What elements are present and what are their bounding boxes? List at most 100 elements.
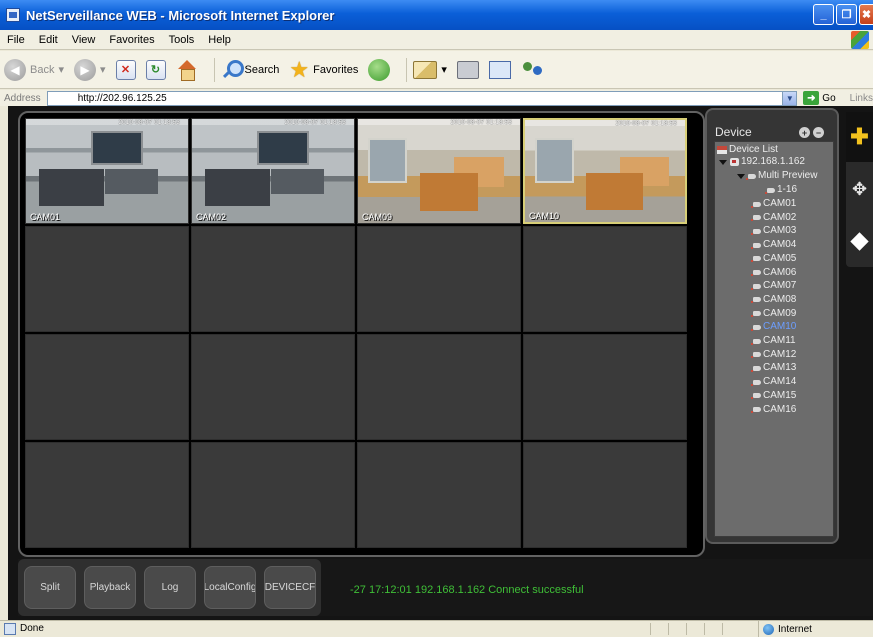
toolbar-separator	[406, 57, 408, 82]
menu-help[interactable]: Help	[201, 34, 238, 46]
tree-camera-item[interactable]: CAM12	[751, 349, 796, 361]
status-panel	[686, 623, 702, 635]
expand-triangle-icon[interactable]	[737, 173, 745, 179]
messenger-button[interactable]	[521, 60, 545, 80]
page-done-icon	[4, 622, 16, 635]
search-icon	[221, 59, 244, 80]
go-button[interactable]: ➜ Go	[803, 91, 836, 105]
tree-camera-item[interactable]: CAM05	[751, 253, 796, 265]
video-cell[interactable]	[523, 442, 687, 548]
video-cell[interactable]: 2010-08-07 01:18:53 CAM01	[25, 118, 189, 224]
tree-camera-item[interactable]: CAM04	[751, 239, 797, 251]
video-cell[interactable]: 2010-08-07 01:18:53 CAM09	[357, 118, 521, 224]
mail-dropdown-icon[interactable]: ▾	[441, 63, 447, 76]
back-dropdown-icon[interactable]: ▾	[58, 63, 64, 76]
tree-camera-item[interactable]: CAM14	[751, 376, 796, 388]
color-tab[interactable]	[846, 216, 873, 266]
tree-camera-label: CAM03	[763, 225, 797, 237]
expand-triangle-icon[interactable]	[719, 159, 727, 165]
home-button[interactable]	[176, 59, 198, 81]
video-cell[interactable]	[357, 226, 521, 332]
window-controls: _ ❐ ✖	[813, 4, 873, 25]
camera-icon	[751, 215, 761, 222]
refresh-button[interactable]: ↻	[145, 59, 166, 80]
print-button[interactable]	[456, 60, 479, 79]
tree-camera-label: CAM04	[763, 239, 797, 251]
media-button[interactable]	[368, 58, 391, 81]
favorites-label: Favorites	[313, 63, 359, 76]
tree-camera-item[interactable]: CAM08	[751, 294, 796, 306]
maximize-button[interactable]: ❐	[836, 4, 857, 25]
address-input[interactable]: http://202.96.125.25 ▼	[46, 90, 798, 106]
video-cell[interactable]	[191, 442, 355, 548]
close-button[interactable]: ✖	[859, 4, 873, 25]
video-cell[interactable]	[357, 334, 521, 440]
address-label: Address	[4, 92, 41, 104]
tree-camera-item[interactable]: CAM06	[751, 267, 796, 279]
camera-feed	[358, 119, 520, 223]
search-button[interactable]: Search	[221, 59, 279, 80]
status-panel	[722, 623, 738, 635]
video-cell[interactable]	[357, 442, 521, 548]
menu-view[interactable]: View	[65, 34, 103, 46]
playback-button[interactable]: Playback	[84, 566, 136, 609]
forward-dropdown-icon[interactable]: ▾	[100, 63, 106, 76]
mail-button[interactable]: ▾	[413, 60, 447, 79]
local-config-button[interactable]: LocalConfig	[204, 566, 256, 609]
video-cell[interactable]: 2010-08-07 01:18:53 CAM02	[191, 118, 355, 224]
tree-camera-item[interactable]: CAM02	[751, 211, 797, 224]
menu-file[interactable]: File	[0, 34, 32, 46]
minimize-button[interactable]: _	[813, 4, 834, 25]
remove-device-icon[interactable]: −	[813, 127, 824, 138]
forward-button[interactable]: ▶ ▾	[74, 58, 106, 81]
tree-camera-item[interactable]: CAM16	[751, 404, 796, 416]
address-dropdown-icon[interactable]: ▼	[782, 91, 797, 105]
menu-tools[interactable]: Tools	[162, 34, 202, 46]
split-button[interactable]: Split	[24, 566, 76, 609]
camera-icon	[751, 393, 761, 400]
ie-window-icon	[6, 8, 20, 22]
device-config-button[interactable]: DEVICECF	[264, 566, 316, 609]
video-cell[interactable]	[191, 334, 355, 440]
tree-camera-item[interactable]: CAM11	[751, 335, 796, 347]
tree-root[interactable]: Device List	[717, 144, 778, 156]
tree-camera-item[interactable]: CAM09	[751, 308, 796, 320]
tree-device[interactable]: 192.168.1.162	[719, 156, 805, 168]
edit-button[interactable]	[488, 60, 511, 79]
tree-camera-item[interactable]: CAM03	[751, 225, 797, 237]
favorites-button[interactable]: ★ Favorites	[289, 56, 359, 82]
tree-group-label: Multi Preview	[758, 170, 818, 181]
video-cell[interactable]	[523, 334, 687, 440]
video-cell[interactable]	[523, 226, 687, 332]
bottom-bar: Split Playback Log LocalConfig DEVICECF …	[18, 559, 873, 616]
camera-icon	[765, 187, 775, 194]
camera-label: CAM10	[529, 211, 560, 221]
menu-favorites[interactable]: Favorites	[102, 34, 161, 46]
star-icon: ★	[289, 56, 310, 82]
tree-root-label: Device List	[729, 144, 778, 155]
tree-subgroup[interactable]: 1-16	[765, 184, 797, 196]
diamond-icon	[850, 231, 869, 251]
ptz-tab[interactable]: ✚	[846, 112, 873, 162]
tree-camera-item[interactable]: CAM10	[751, 321, 796, 333]
menu-edit[interactable]: Edit	[32, 34, 65, 46]
video-cell[interactable]	[25, 442, 189, 548]
move-tab[interactable]: ✥	[846, 164, 873, 214]
back-button[interactable]: ◀ Back ▾	[4, 58, 64, 81]
add-device-icon[interactable]: +	[799, 127, 810, 138]
window-title: NetServeillance WEB - Microsoft Internet…	[26, 7, 335, 23]
stop-button[interactable]: ✕	[115, 59, 136, 80]
tree-camera-label: CAM02	[763, 211, 797, 223]
tree-camera-item[interactable]: CAM07	[751, 280, 796, 292]
links-button[interactable]: Links	[850, 93, 873, 104]
osd-timestamp: 2010-08-07 01:18:53	[450, 120, 512, 126]
video-cell[interactable]	[191, 226, 355, 332]
tree-camera-item[interactable]: CAM01	[751, 198, 796, 210]
video-cell[interactable]: 2010-08-07 01:18:53 CAM10	[523, 118, 687, 224]
tree-camera-item[interactable]: CAM15	[751, 390, 796, 402]
tree-group[interactable]: Multi Preview	[737, 170, 817, 182]
log-button[interactable]: Log	[144, 566, 196, 609]
tree-camera-item[interactable]: CAM13	[751, 362, 796, 374]
video-cell[interactable]	[25, 334, 189, 440]
video-cell[interactable]	[25, 226, 189, 332]
